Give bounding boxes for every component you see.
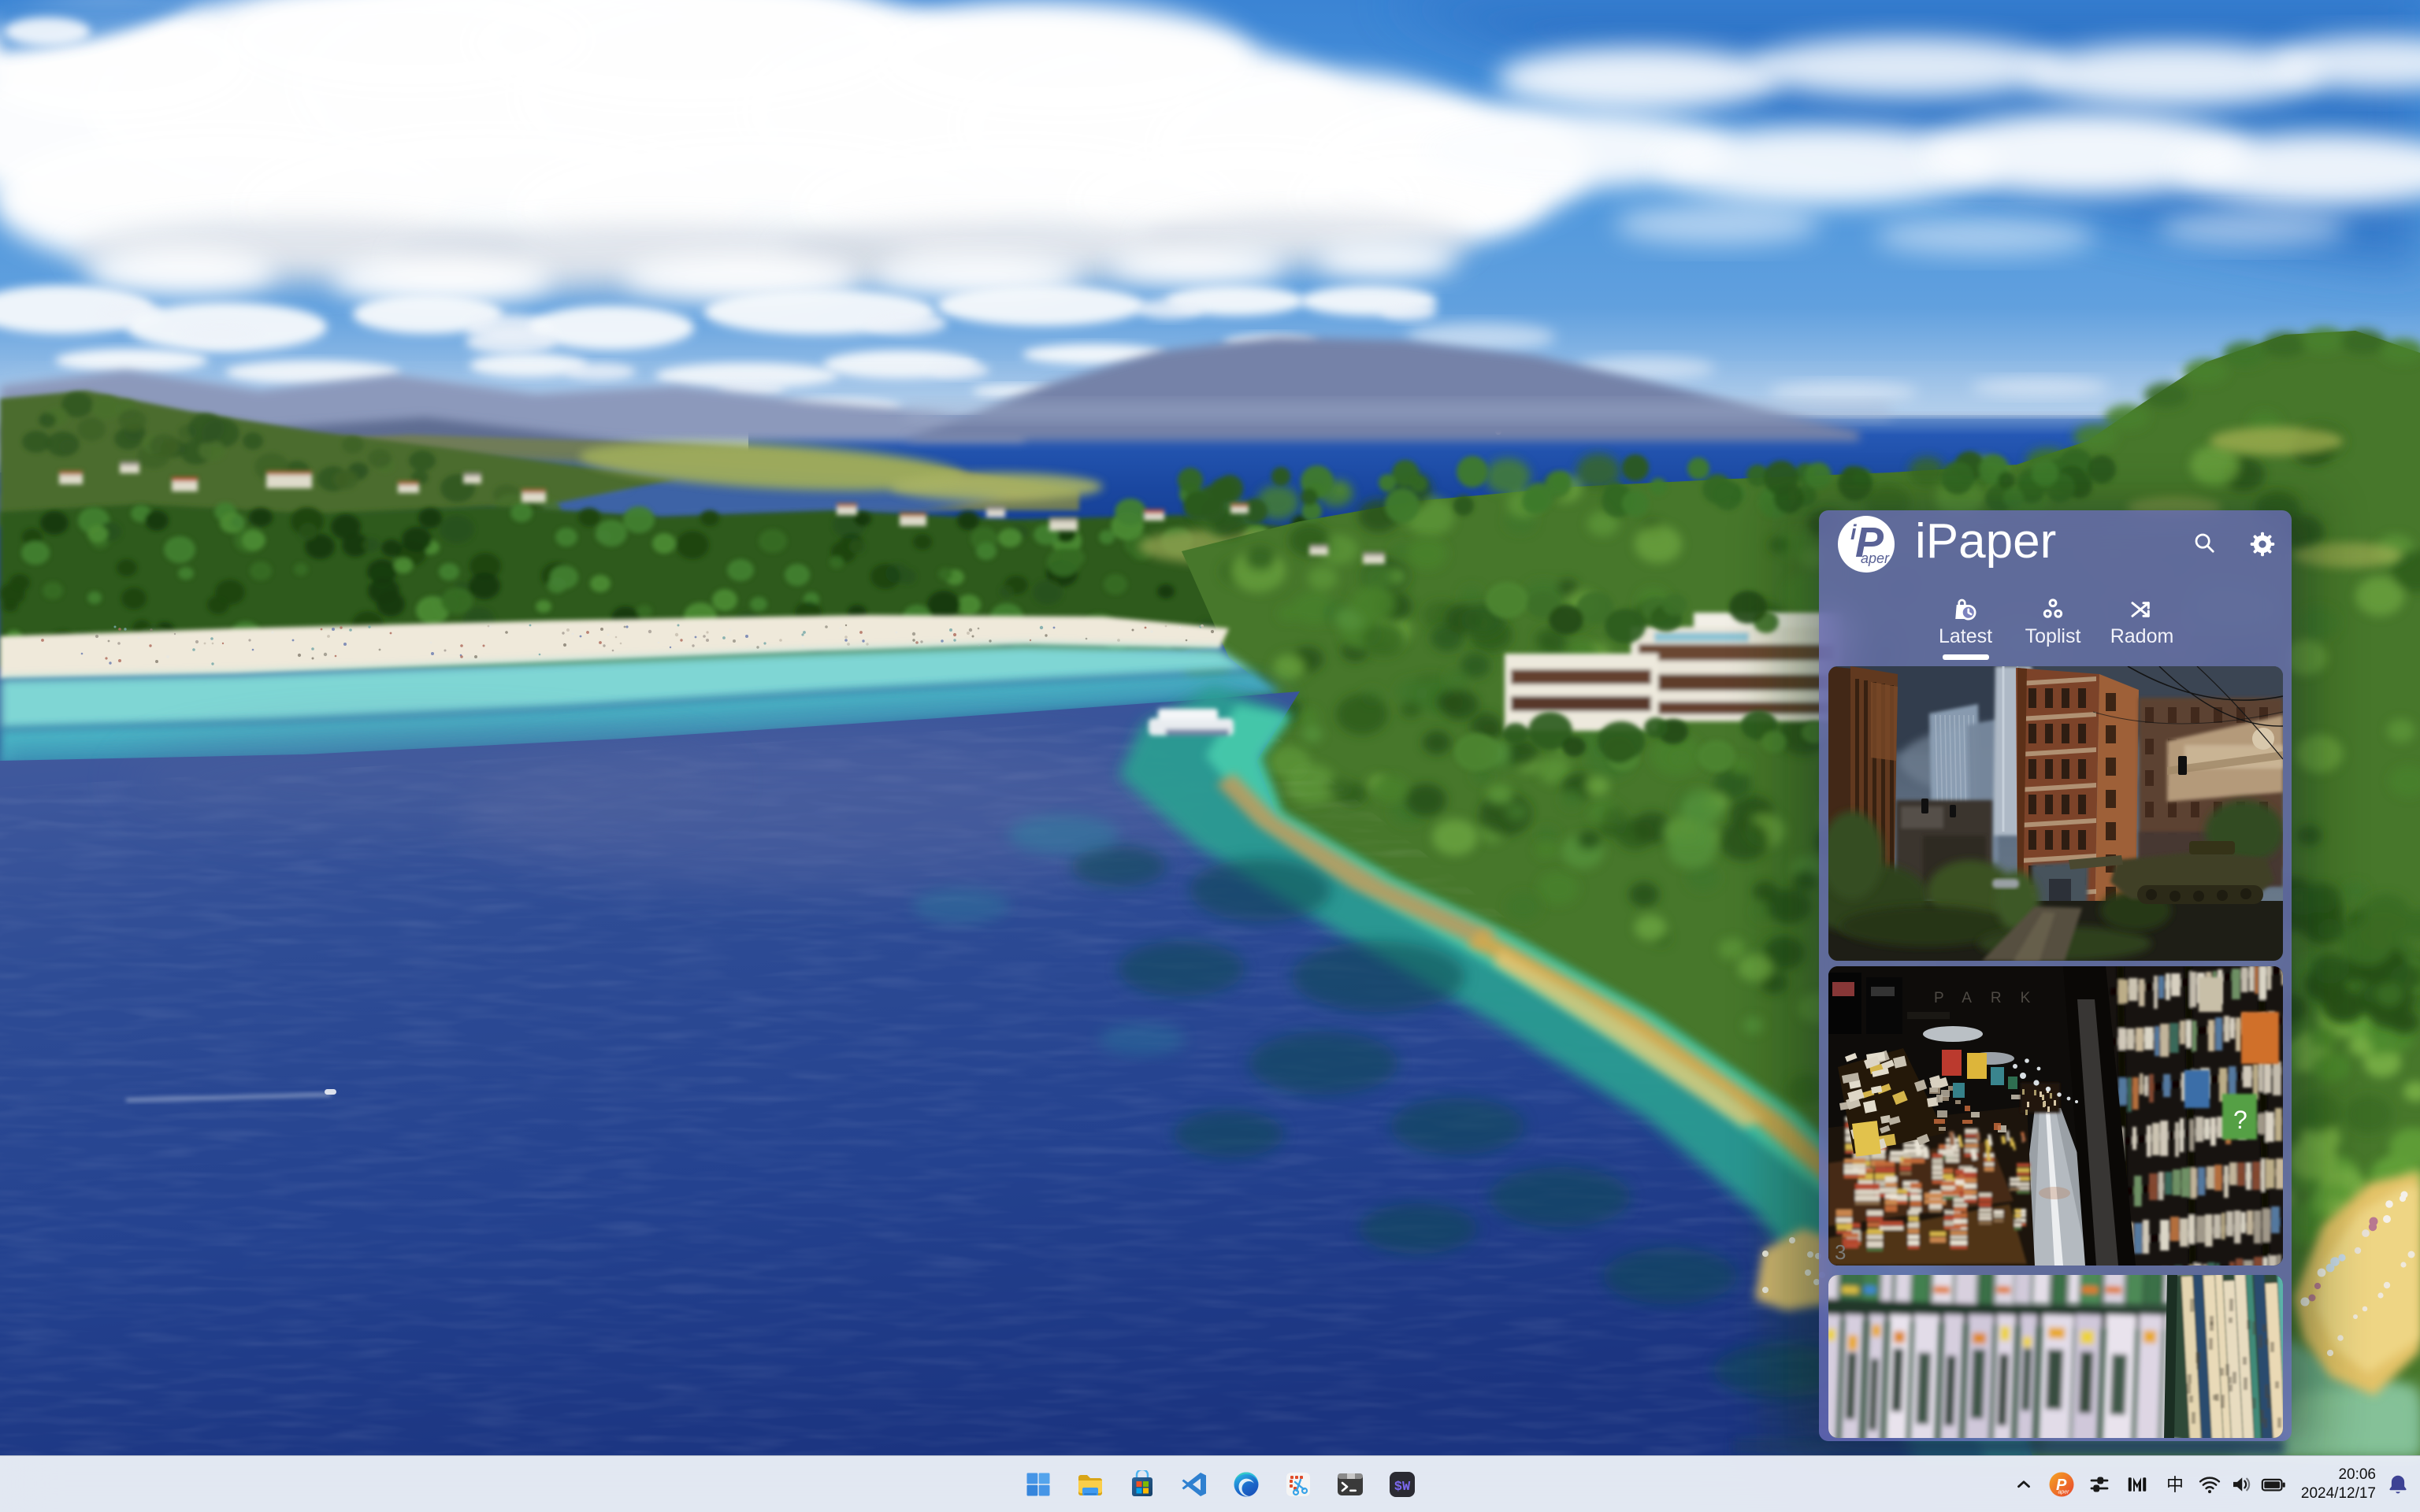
svg-text:?: ? (2233, 1106, 2247, 1134)
svg-text:aper: aper (1861, 550, 1890, 566)
svg-text:PARK: PARK (1934, 990, 2049, 1006)
svg-text:中: 中 (2166, 1475, 2184, 1495)
svg-text:$W: $W (1394, 1480, 1411, 1495)
svg-text:3: 3 (1835, 1240, 1846, 1264)
svg-text:aper: aper (2058, 1490, 2069, 1495)
